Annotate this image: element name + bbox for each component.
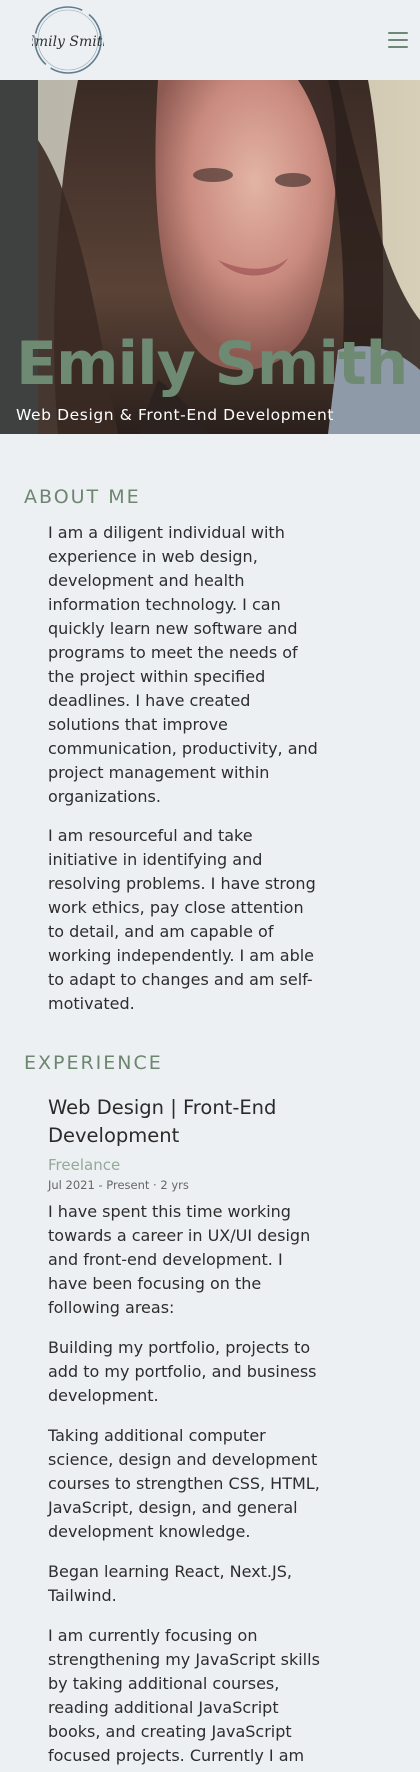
about-paragraph: I am resourceful and take initiative in …	[48, 826, 316, 1013]
hero-banner: Emily Smith Web Design & Front-End Devel…	[0, 80, 420, 434]
menu-icon-bar	[388, 46, 408, 48]
job-title: Web Design | Front-End Development	[48, 1096, 277, 1147]
about-section: ABOUT ME I am a diligent individual with…	[0, 434, 420, 1016]
menu-icon-bar	[388, 32, 408, 34]
hero-name: Emily Smith	[16, 329, 408, 399]
logo[interactable]: Emily Smith	[24, 4, 111, 76]
job-entry: Web Design | Front-End Development Freel…	[24, 1094, 324, 1772]
about-heading: ABOUT ME	[24, 486, 141, 508]
menu-icon-bar	[388, 39, 408, 41]
job-paragraph: Building my portfolio, projects to add t…	[48, 1338, 317, 1405]
job-paragraph: I am currently focusing on strengthening…	[48, 1626, 320, 1772]
hero-subtitle: Web Design & Front-End Development	[16, 406, 335, 424]
job-dates: Jul 2021 - Present · 2 yrs	[48, 1178, 189, 1192]
job-paragraph: Began learning React, Next.JS, Tailwind.	[48, 1562, 292, 1605]
job-paragraph: I have spent this time working towards a…	[48, 1202, 311, 1317]
experience-section: EXPERIENCE Web Design | Front-End Develo…	[0, 1016, 420, 1772]
logo-text: Emily Smith	[32, 34, 104, 50]
job-company: Freelance	[48, 1156, 121, 1174]
job-paragraph: Taking additional computer science, desi…	[48, 1426, 320, 1541]
about-paragraph: I am a diligent individual with experien…	[48, 523, 318, 806]
about-text: I am a diligent individual with experien…	[24, 521, 324, 1016]
logo-badge-icon: Emily Smith	[24, 6, 111, 74]
site-header: Emily Smith	[0, 0, 420, 80]
hamburger-menu-button[interactable]	[386, 28, 410, 52]
experience-heading: EXPERIENCE	[24, 1052, 163, 1074]
